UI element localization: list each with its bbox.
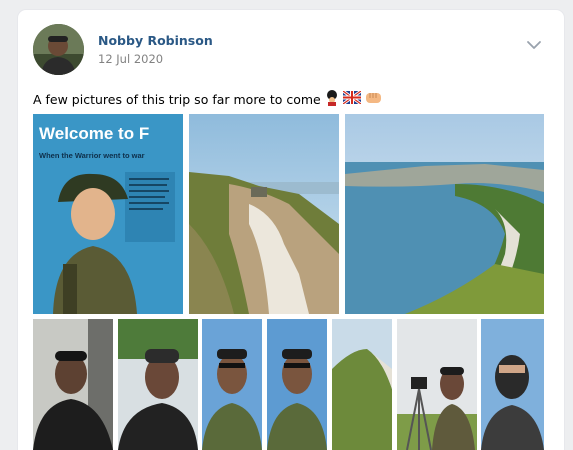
photo-welcome-sign-soldier[interactable]: Welcome to F When the Warrior went to wa…: [33, 114, 183, 314]
guardsman-emoji: [325, 89, 339, 109]
sign-title: Welcome to F: [39, 124, 149, 143]
photo-selfie-sky-2[interactable]: [267, 319, 327, 450]
post-card: Nobby Robinson 12 Jul 2020 A few picture…: [18, 10, 564, 450]
author-name[interactable]: Nobby Robinson: [98, 33, 213, 48]
photo-selfie-balaclava[interactable]: [481, 319, 544, 450]
photo-selfie-sky-1[interactable]: [202, 319, 262, 450]
chevron-down-icon[interactable]: [525, 36, 543, 49]
photo-grassy-cliff[interactable]: [332, 319, 392, 450]
photo-camera-tripod[interactable]: [397, 319, 477, 450]
sign-subtitle: When the Warrior went to war: [39, 151, 145, 160]
photo-selfie-car[interactable]: [33, 319, 113, 450]
photo-selfie-trees[interactable]: [118, 319, 198, 450]
fist-bump-emoji: [365, 90, 382, 108]
post-text-body: A few pictures of this trip so far more …: [33, 91, 321, 107]
post-text: A few pictures of this trip so far more …: [33, 88, 553, 110]
post-date[interactable]: 12 Jul 2020: [98, 52, 163, 66]
photo-cliff-bunker[interactable]: [189, 114, 339, 314]
photo-coastal-bay-view[interactable]: [345, 114, 544, 314]
avatar[interactable]: [33, 24, 84, 75]
uk-flag-emoji: [341, 89, 362, 107]
